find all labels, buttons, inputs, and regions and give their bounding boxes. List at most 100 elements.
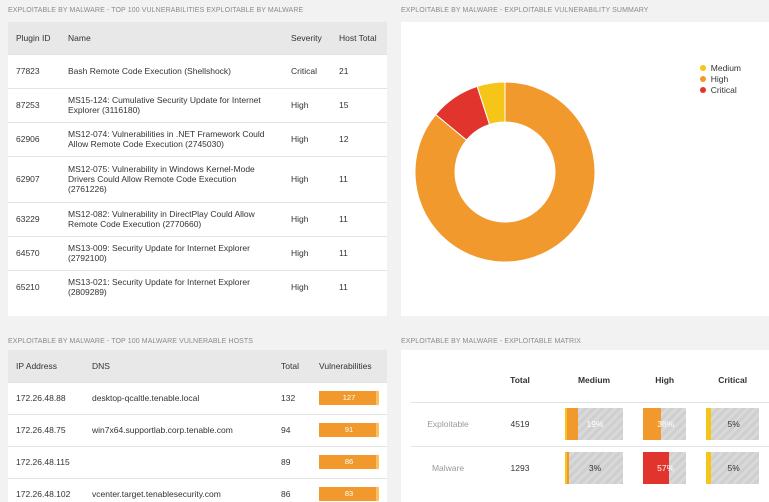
vuln-count-bar[interactable]: 127 — [319, 391, 379, 405]
summary-panel-title: EXPLOITABLE BY MALWARE - EXPLOITABLE VUL… — [401, 7, 649, 14]
vuln-count-bar[interactable]: 86 — [319, 455, 379, 469]
legend-swatch — [699, 75, 706, 82]
matrix-cell-medium[interactable]: 3% — [565, 452, 624, 485]
severity: High — [283, 121, 331, 156]
severity: High — [283, 235, 331, 270]
legend-label: High — [710, 73, 729, 84]
col-plugin-id[interactable]: Plugin ID — [8, 22, 60, 54]
table-row[interactable]: 87253 MS15-124: Cumulative Security Upda… — [8, 87, 387, 122]
vulns-panel-title: EXPLOITABLE BY MALWARE - TOP 100 VULNERA… — [8, 7, 304, 14]
host-total: 11 — [331, 201, 387, 236]
matrix-fill — [567, 452, 569, 485]
hosts-card: IP Address DNS Total Vulnerabilities 172… — [8, 350, 387, 502]
plugin-id: 62906 — [8, 121, 60, 156]
ip-address: 172.26.48.88 — [8, 381, 84, 414]
vuln-count-cell: 127 — [311, 381, 387, 414]
col-name[interactable]: Name — [60, 22, 283, 54]
plugin-id: 87253 — [8, 87, 60, 122]
matrix-header-row: Total Medium High Critical — [411, 358, 769, 402]
matrix-col-total: Total — [485, 358, 555, 402]
vuln-count-cell: 91 — [311, 413, 387, 446]
table-row[interactable]: 172.26.48.102 vcenter.target.tenablesecu… — [8, 477, 387, 502]
table-row[interactable]: 62907 MS12-075: Vulnerability in Windows… — [8, 155, 387, 202]
matrix-cell: 5% — [696, 401, 769, 446]
vuln-count-cell: 86 — [311, 445, 387, 478]
matrix-total: 1293 — [485, 445, 555, 490]
col-host-total[interactable]: Host Total — [331, 22, 387, 54]
table-row[interactable]: 77823 Bash Remote Code Execution (Shells… — [8, 53, 387, 88]
vuln-count-bar[interactable]: 91 — [319, 423, 379, 437]
host-total: 86 — [273, 477, 311, 502]
legend-swatch — [699, 64, 706, 71]
vuln-name: MS15-124: Cumulative Security Update for… — [60, 87, 283, 122]
matrix-fill — [708, 408, 711, 440]
matrix-cell-critical[interactable]: 5% — [706, 452, 759, 485]
plugin-id: 62907 — [8, 155, 60, 202]
plugin-id: 77823 — [8, 53, 60, 88]
col-total[interactable]: Total — [273, 350, 311, 382]
table-row[interactable]: 65210 MS13-021: Security Update for Inte… — [8, 269, 387, 304]
matrix-col-critical: Critical — [696, 358, 769, 402]
matrix-cell: 19% — [555, 401, 634, 446]
dns-name: win7x64.supportlab.corp.tenable.com — [84, 413, 273, 446]
table-row[interactable]: 172.26.48.115 89 86 — [8, 445, 387, 478]
matrix-card: Total Medium High Critical Exploitable 4… — [401, 350, 769, 502]
matrix-cell: 5% — [696, 445, 769, 490]
vuln-name: MS13-021: Security Update for Internet E… — [60, 269, 283, 304]
matrix-percent: 5% — [727, 419, 740, 429]
matrix-fill — [708, 452, 711, 485]
exploitable-matrix: Total Medium High Critical Exploitable 4… — [411, 358, 769, 490]
col-ip-address[interactable]: IP Address — [8, 350, 84, 382]
legend-item-medium[interactable]: Medium — [699, 62, 741, 73]
severity: High — [283, 87, 331, 122]
matrix-row-malware: Malware 1293 3% 57% 5% — [411, 445, 769, 490]
matrix-percent: 38% — [657, 419, 675, 429]
col-dns[interactable]: DNS — [84, 350, 273, 382]
col-severity[interactable]: Severity — [283, 22, 331, 54]
host-total: 94 — [273, 413, 311, 446]
plugin-id: 65210 — [8, 269, 60, 304]
matrix-percent: 57% — [657, 463, 675, 474]
matrix-row-exploitable: Exploitable 4519 19% 38% 5% — [411, 401, 769, 446]
matrix-panel-title: EXPLOITABLE BY MALWARE - EXPLOITABLE MAT… — [401, 338, 581, 345]
host-total: 89 — [273, 445, 311, 478]
plugin-id: 64570 — [8, 235, 60, 270]
host-total: 11 — [331, 235, 387, 270]
legend-label: Critical — [710, 84, 737, 95]
severity: High — [283, 269, 331, 304]
matrix-percent: 5% — [727, 463, 740, 474]
matrix-cell-critical[interactable]: 5% — [706, 408, 759, 440]
matrix-percent: 3% — [588, 463, 602, 474]
legend-label: Medium — [710, 62, 741, 73]
legend-swatch — [699, 86, 706, 93]
vuln-count-bar[interactable]: 83 — [319, 487, 379, 502]
matrix-col-medium: Medium — [555, 358, 634, 402]
table-row[interactable]: 172.26.48.75 win7x64.supportlab.corp.ten… — [8, 413, 387, 446]
hosts-table: IP Address DNS Total Vulnerabilities 172… — [8, 350, 387, 502]
dns-name: vcenter.target.tenablesecurity.com — [84, 477, 273, 502]
host-total: 12 — [331, 121, 387, 156]
matrix-cell-medium[interactable]: 19% — [565, 408, 624, 440]
dns-name: desktop-qcaltle.tenable.local — [84, 381, 273, 414]
matrix-cell-high[interactable]: 57% — [643, 452, 687, 485]
table-row[interactable]: 63229 MS12-082: Vulnerability in DirectP… — [8, 201, 387, 236]
matrix-cell: 38% — [633, 401, 697, 446]
legend-item-critical[interactable]: Critical — [699, 84, 741, 95]
matrix-cell-high[interactable]: 38% — [643, 408, 687, 440]
host-total: 11 — [331, 269, 387, 304]
matrix-cell: 3% — [555, 445, 634, 490]
table-row[interactable]: 62906 MS12-074: Vulnerabilities in .NET … — [8, 121, 387, 156]
legend-item-high[interactable]: High — [699, 73, 741, 84]
matrix-corner — [411, 358, 485, 402]
summary-card: Medium High Critical — [401, 22, 769, 316]
dns-name — [84, 445, 273, 478]
col-vulnerabilities[interactable]: Vulnerabilities — [311, 350, 387, 382]
vulns-card: Plugin ID Name Severity Host Total 77823… — [8, 22, 387, 316]
table-row[interactable]: 64570 MS13-009: Security Update for Inte… — [8, 235, 387, 270]
severity: High — [283, 201, 331, 236]
matrix-fill — [567, 408, 578, 440]
ip-address: 172.26.48.115 — [8, 445, 84, 478]
severity: High — [283, 155, 331, 202]
table-row[interactable]: 172.26.48.88 desktop-qcaltle.tenable.loc… — [8, 381, 387, 414]
vuln-name: Bash Remote Code Execution (Shellshock) — [60, 53, 283, 88]
